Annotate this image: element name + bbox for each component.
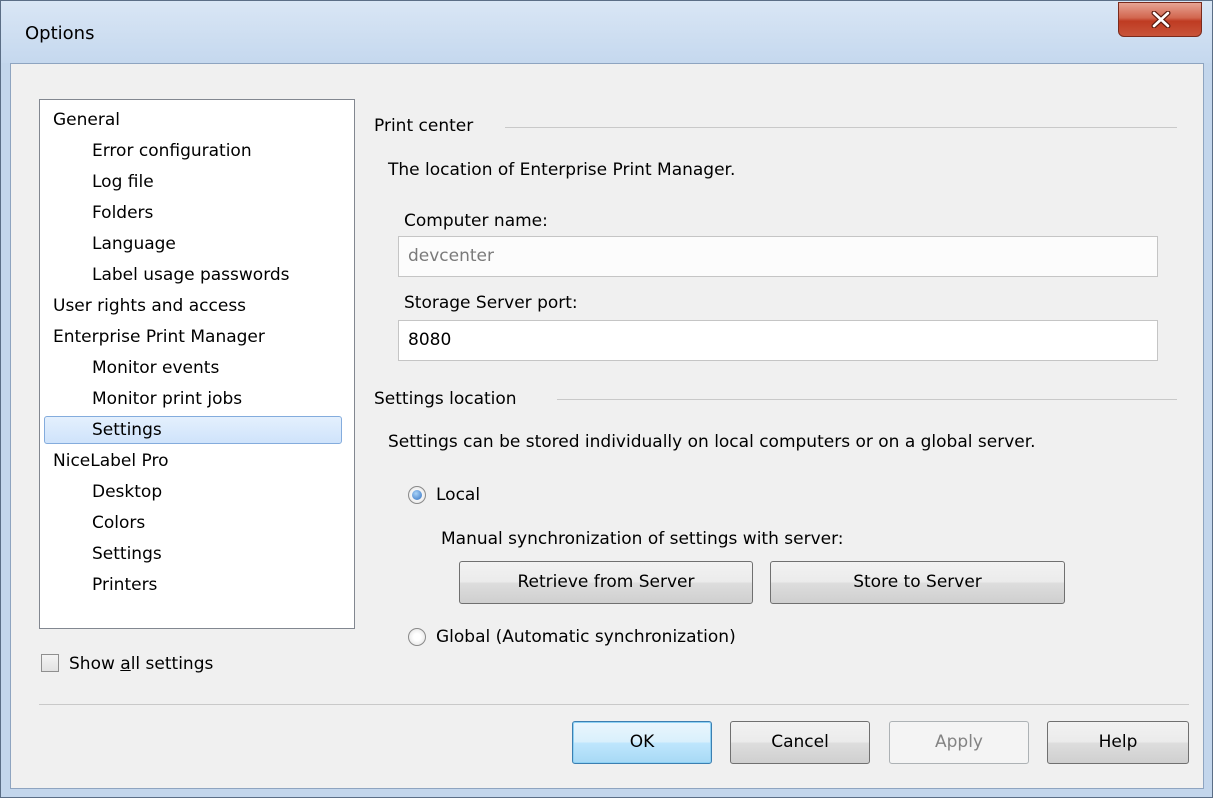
tree-selection-highlight bbox=[44, 416, 342, 444]
print-center-description: The location of Enterprise Print Manager… bbox=[388, 160, 736, 180]
tree-item[interactable]: Monitor print jobs bbox=[92, 389, 242, 409]
tree-item[interactable]: Colors bbox=[92, 513, 145, 533]
apply-button[interactable]: Apply bbox=[889, 721, 1029, 764]
tree-item[interactable]: Printers bbox=[92, 575, 157, 595]
local-radio[interactable] bbox=[408, 486, 426, 504]
store-to-server-button[interactable]: Store to Server bbox=[770, 561, 1065, 604]
tree-item[interactable]: User rights and access bbox=[53, 296, 246, 316]
computer-name-label: Computer name: bbox=[404, 211, 548, 231]
tree-item[interactable]: Settings bbox=[92, 544, 162, 564]
tree-item[interactable]: Folders bbox=[92, 203, 153, 223]
window-title: Options bbox=[25, 23, 95, 44]
footer-separator bbox=[39, 704, 1189, 705]
show-all-settings-checkbox[interactable] bbox=[41, 654, 59, 672]
radio-selected-dot bbox=[412, 490, 422, 500]
storage-port-label: Storage Server port: bbox=[404, 293, 578, 313]
print-center-divider bbox=[505, 127, 1177, 128]
tree-item[interactable]: NiceLabel Pro bbox=[53, 451, 168, 471]
title-bar[interactable]: Options bbox=[1, 1, 1212, 63]
settings-location-divider bbox=[557, 399, 1177, 400]
manual-sync-label: Manual synchronization of settings with … bbox=[441, 529, 844, 549]
tree-item[interactable]: Monitor events bbox=[92, 358, 219, 378]
storage-port-field[interactable]: 8080 bbox=[398, 320, 1158, 361]
options-tree[interactable]: General Error configuration Log file Folder… bbox=[39, 99, 355, 629]
close-icon bbox=[1151, 11, 1171, 28]
cancel-button[interactable]: Cancel bbox=[730, 721, 870, 764]
tree-item[interactable]: Desktop bbox=[92, 482, 162, 502]
help-button[interactable]: Help bbox=[1047, 721, 1189, 764]
close-button[interactable] bbox=[1118, 2, 1202, 37]
tree-item[interactable]: Enterprise Print Manager bbox=[53, 327, 265, 347]
ok-button[interactable]: OK bbox=[572, 721, 712, 764]
tree-item[interactable]: Label usage passwords bbox=[92, 265, 290, 285]
computer-name-field[interactable]: devcenter bbox=[398, 236, 1158, 277]
tree-item[interactable]: General bbox=[53, 110, 120, 130]
tree-item[interactable]: Error configuration bbox=[92, 141, 252, 161]
tree-item[interactable]: Settings bbox=[92, 420, 162, 440]
options-window: Options General Error configuration Log fi… bbox=[0, 0, 1213, 798]
retrieve-from-server-button[interactable]: Retrieve from Server bbox=[459, 561, 753, 604]
tree-item[interactable]: Log file bbox=[92, 172, 154, 192]
local-radio-label[interactable]: Local bbox=[436, 485, 480, 505]
global-radio[interactable] bbox=[408, 628, 426, 646]
settings-location-heading: Settings location bbox=[374, 389, 517, 409]
show-all-settings-label[interactable]: Show all settings bbox=[69, 654, 213, 674]
settings-location-description: Settings can be stored individually on l… bbox=[388, 432, 1036, 452]
global-radio-label[interactable]: Global (Automatic synchronization) bbox=[436, 627, 736, 647]
print-center-heading: Print center bbox=[374, 116, 474, 136]
dialog-client-area: General Error configuration Log file Folder… bbox=[10, 63, 1204, 789]
tree-item[interactable]: Language bbox=[92, 234, 176, 254]
